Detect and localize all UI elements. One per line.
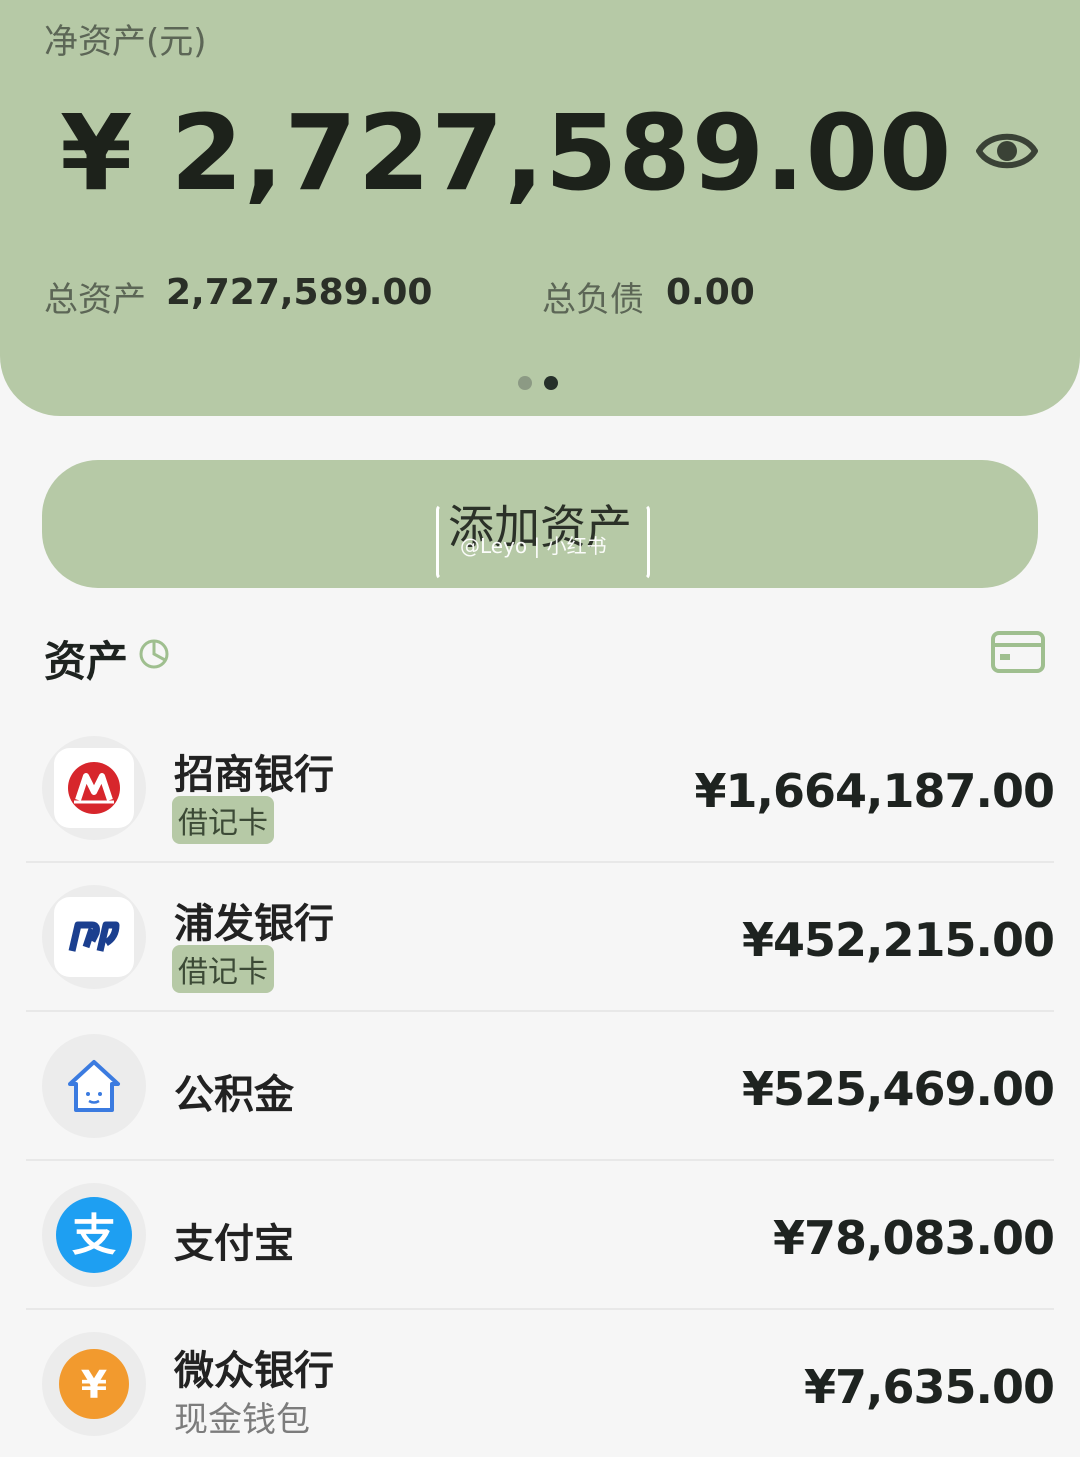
page-dot[interactable] [518, 376, 532, 390]
account-name: 支付宝 [174, 1221, 294, 1267]
watermark-text: @Leyo | 小红书 [460, 534, 607, 558]
total-assets-label: 总资产 [44, 280, 146, 320]
account-tag: 借记卡 [172, 945, 274, 993]
total-assets-value: 2,727,589.00 [166, 272, 433, 313]
total-liabilities-value: 0.00 [666, 272, 755, 313]
account-amount: ¥525,469.00 [741, 1062, 1055, 1116]
account-row-webank[interactable]: ¥ 微众银行 现金钱包 ¥7,635.00 [26, 1310, 1055, 1457]
account-amount: ¥78,083.00 [772, 1211, 1055, 1265]
svg-text:支: 支 [72, 1210, 116, 1261]
account-row-spdb[interactable]: 浦发银行 借记卡 ¥452,215.00 [26, 863, 1055, 1012]
account-name: 公积金 [174, 1072, 294, 1118]
svg-text:¥: ¥ [81, 1363, 107, 1407]
pie-chart-icon[interactable] [138, 638, 170, 670]
account-amount: ¥7,635.00 [804, 1360, 1055, 1414]
page-dot-active[interactable] [544, 376, 558, 390]
cmb-logo [54, 748, 134, 828]
spdb-logo [54, 897, 134, 977]
account-subtext: 现金钱包 [174, 1400, 310, 1440]
account-amount: ¥452,215.00 [741, 913, 1055, 967]
house-icon-wrap [42, 1034, 146, 1138]
account-name: 招商银行 [174, 752, 334, 798]
account-tag: 借记卡 [172, 796, 274, 844]
account-row-alipay[interactable]: 支 支付宝 ¥78,083.00 [26, 1161, 1055, 1310]
net-assets-title: 净资产(元) [44, 22, 207, 62]
account-name: 微众银行 [174, 1348, 334, 1394]
add-asset-button[interactable]: 添加资产 @Leyo | 小红书 [42, 460, 1038, 588]
account-row-housing-fund[interactable]: 公积金 ¥525,469.00 [26, 1012, 1055, 1161]
house-icon [68, 1060, 120, 1112]
page-indicator [518, 375, 570, 394]
yuan-coin-wrap: ¥ [42, 1332, 146, 1436]
account-name: 浦发银行 [174, 901, 334, 947]
account-row-cmb[interactable]: 招商银行 借记卡 ¥1,664,187.00 [26, 714, 1055, 863]
assets-section-title: 资产 [44, 637, 129, 686]
spdb-logo-wrap [42, 885, 146, 989]
account-list: 招商银行 借记卡 ¥1,664,187.00 浦发银行 借记卡 ¥452,215… [0, 714, 1080, 1457]
alipay-logo-wrap: 支 [42, 1183, 146, 1287]
card-icon[interactable] [990, 630, 1046, 674]
yuan-coin-icon: ¥ [59, 1349, 129, 1419]
account-amount: ¥1,664,187.00 [694, 764, 1055, 818]
net-assets-card: 净资产(元) ¥ 2,727,589.00 总资产 2,727,589.00 总… [0, 0, 1080, 416]
eye-icon[interactable] [976, 124, 1038, 178]
total-liabilities-label: 总负债 [542, 280, 644, 320]
net-assets-amount: ¥ 2,727,589.00 [60, 92, 953, 214]
alipay-logo: 支 [56, 1197, 132, 1273]
cmb-logo-wrap [42, 736, 146, 840]
